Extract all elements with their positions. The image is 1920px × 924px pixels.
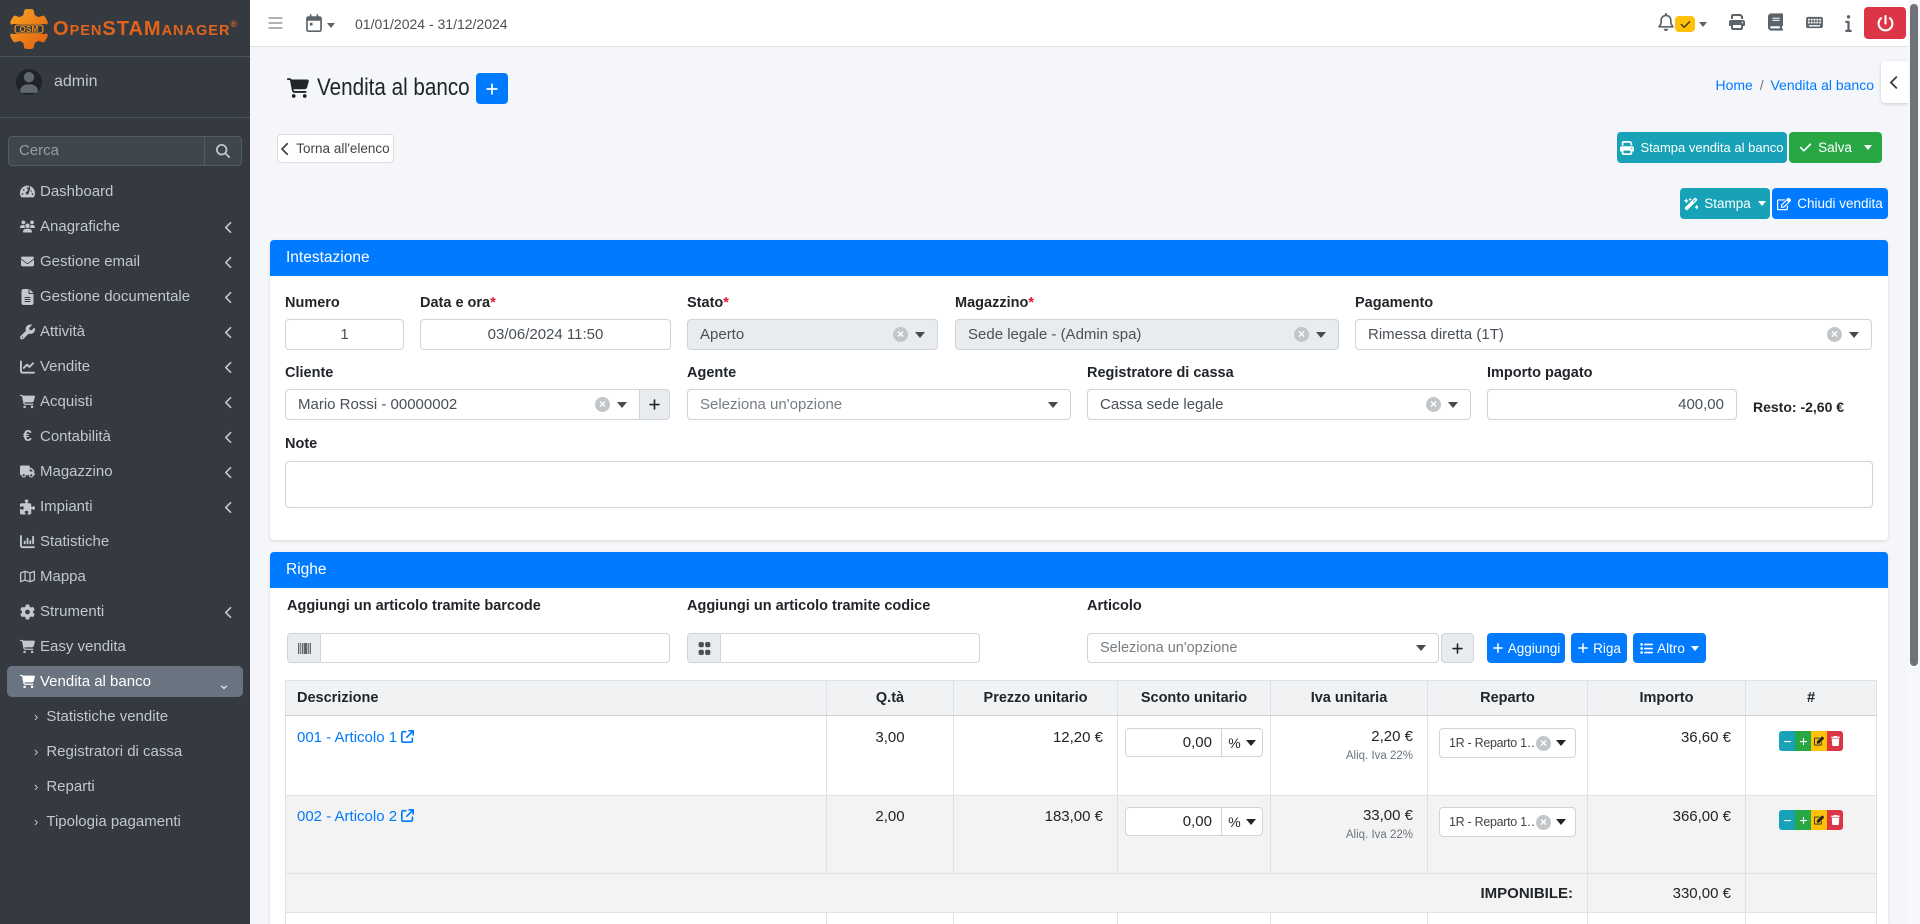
svg-text:OSM: OSM xyxy=(20,25,39,34)
